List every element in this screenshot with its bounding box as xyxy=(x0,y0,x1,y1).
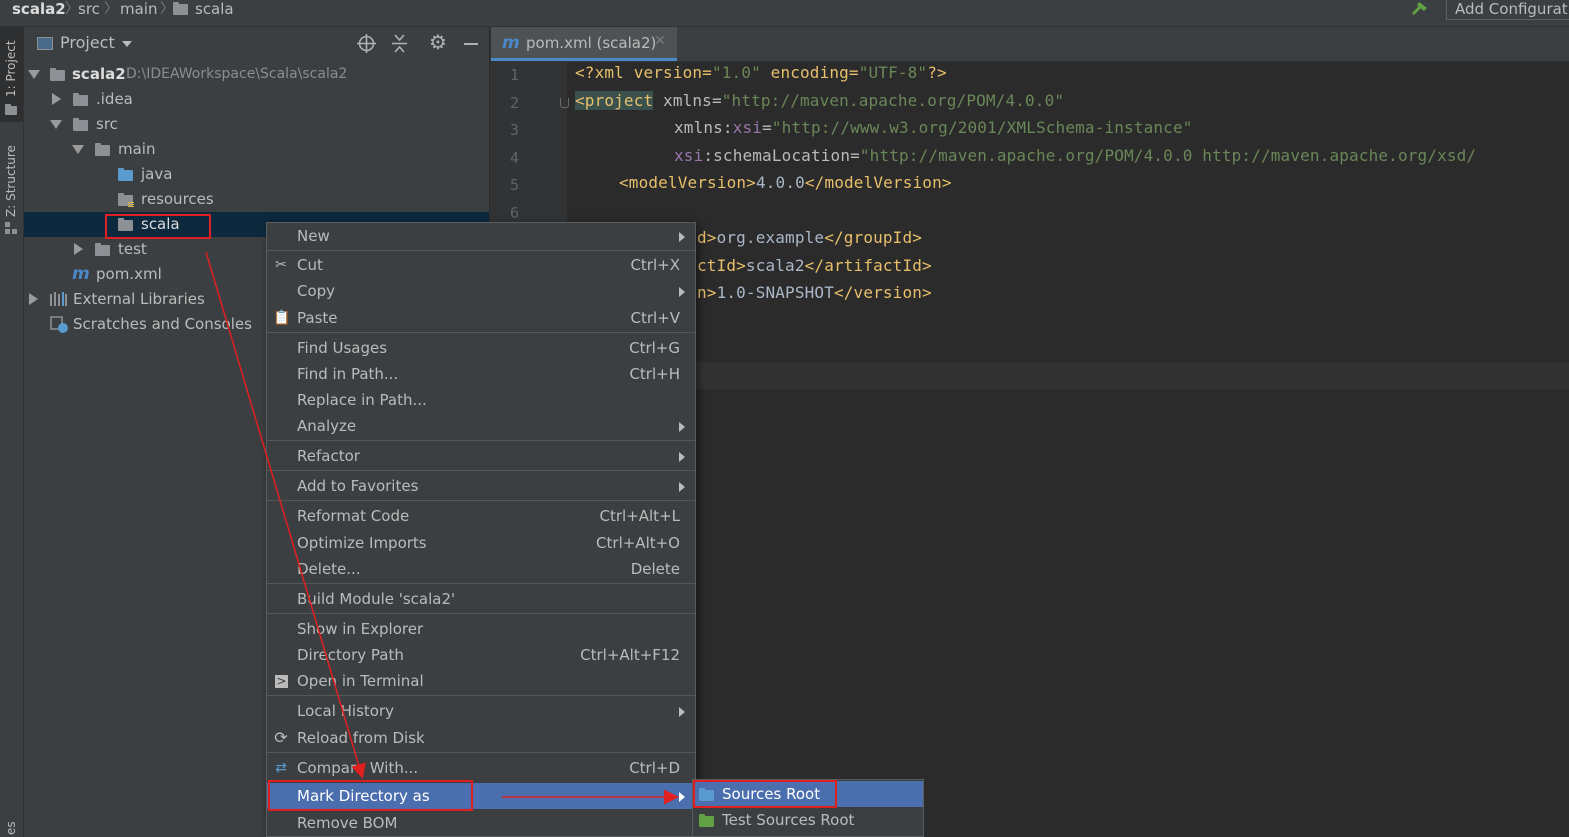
annotation-arrows xyxy=(205,251,679,805)
